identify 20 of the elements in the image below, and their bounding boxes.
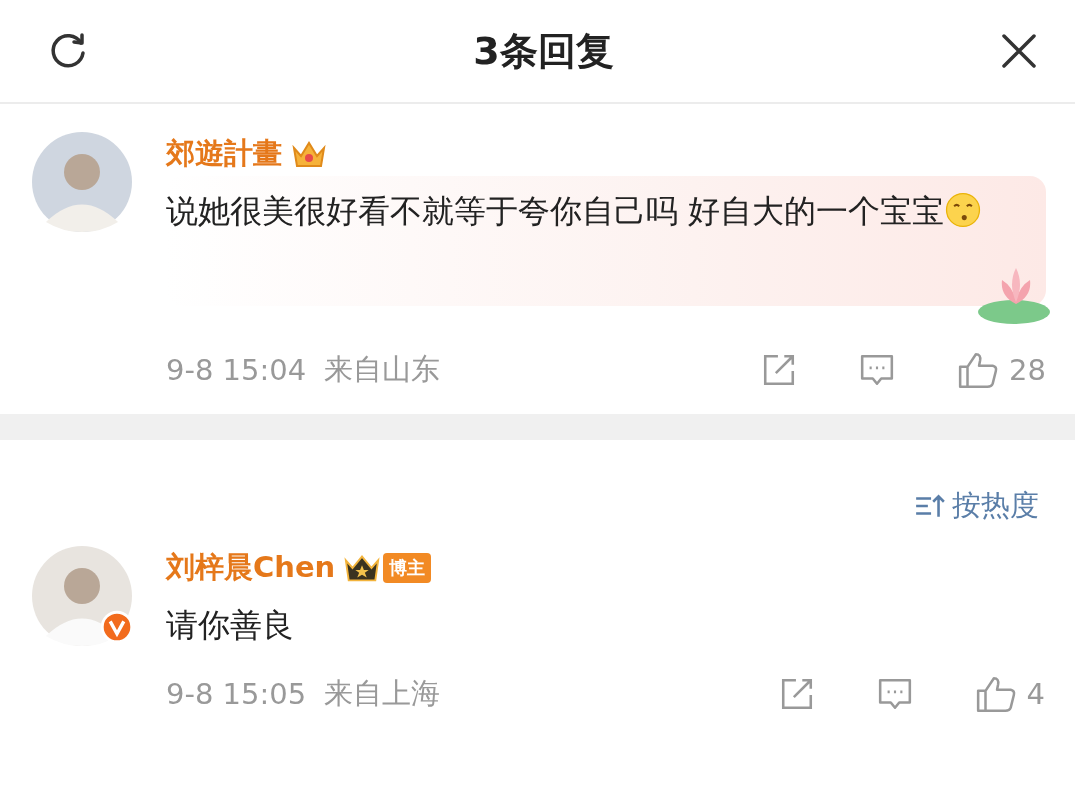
comment-time: 9-8 15:04	[166, 353, 307, 387]
like-button[interactable]: 4	[974, 675, 1045, 713]
sort-icon	[914, 493, 946, 519]
avatar[interactable]	[32, 546, 132, 646]
sort-button[interactable]: 按热度	[914, 486, 1039, 526]
comment-location: 来自山东	[324, 351, 441, 388]
page-title: 3条回复	[473, 27, 614, 75]
comment-icon[interactable]	[876, 676, 913, 712]
comment-location: 来自上海	[324, 675, 441, 712]
username[interactable]: 郊遊計畫	[166, 134, 282, 174]
blogger-tag: 博主	[383, 553, 432, 583]
close-icon[interactable]	[999, 31, 1039, 71]
comment-text: 说她很美很好看不就等于夸你自己吗 好自大的一个宝宝	[166, 192, 945, 230]
comment-time: 9-8 15:05	[166, 677, 307, 711]
avatar[interactable]	[32, 132, 132, 232]
comment-text: 请你善良	[166, 606, 294, 644]
refresh-icon[interactable]	[48, 31, 88, 71]
like-button[interactable]: 28	[957, 351, 1046, 389]
comment-icon[interactable]	[859, 352, 896, 388]
username[interactable]: 刘梓晨Chen	[166, 548, 336, 588]
